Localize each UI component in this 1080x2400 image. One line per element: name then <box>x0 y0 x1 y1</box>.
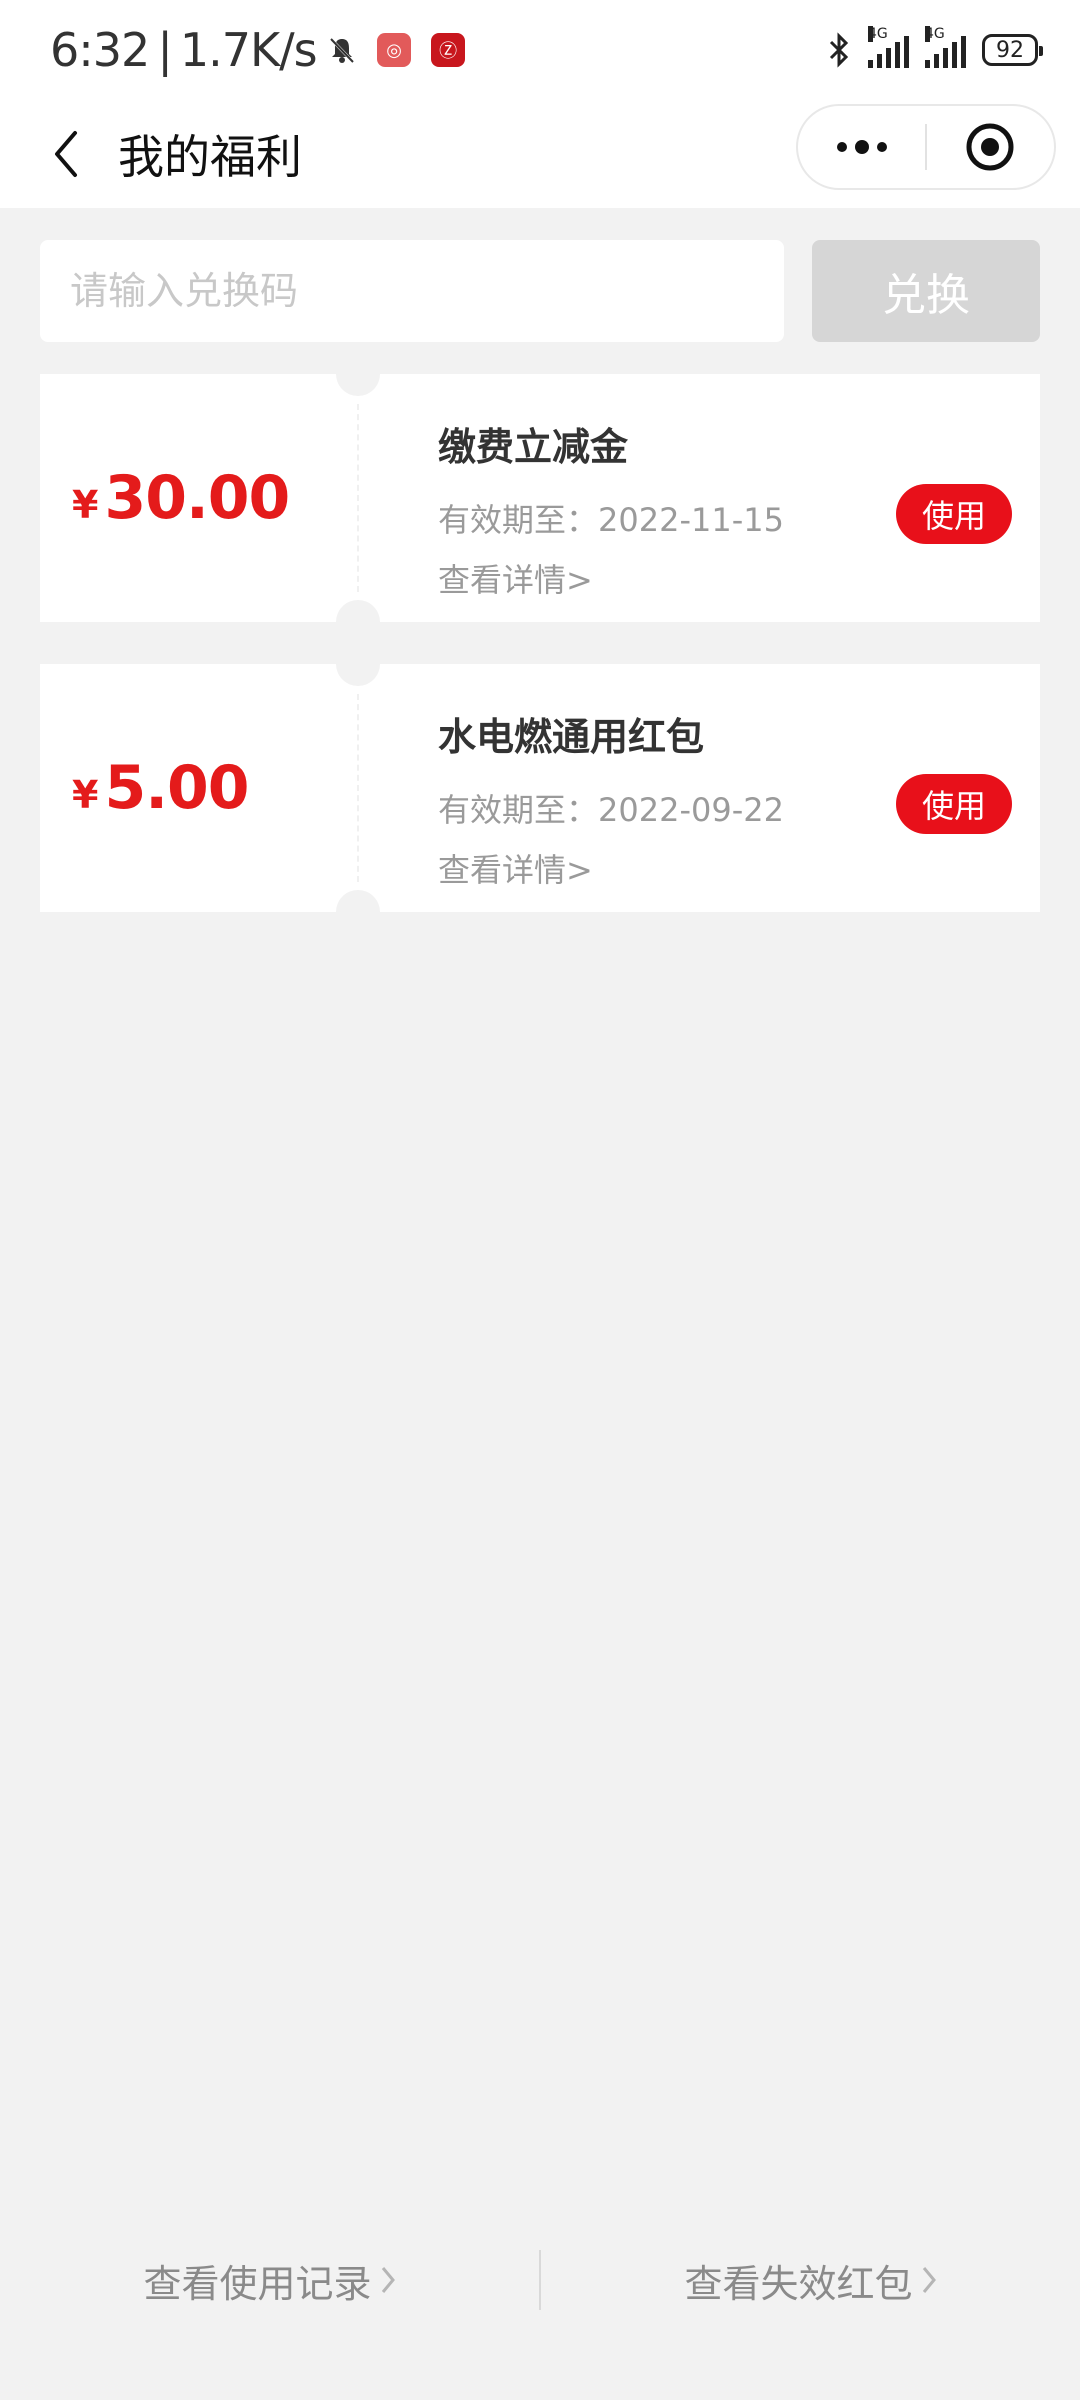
status-bar: 6:32 | 1.7K/s ◎ Ⓩ 4G 4G 92 <box>0 0 1080 100</box>
expired-packets-label: 查看失效红包 <box>684 2261 913 2306</box>
chevron-left-icon <box>55 131 77 177</box>
chevron-right-icon <box>381 2267 395 2293</box>
more-button[interactable] <box>798 106 925 188</box>
status-separator: | <box>157 23 172 77</box>
coupon-amount-block: ¥ 30.00 <box>40 374 358 622</box>
battery-level: 92 <box>996 37 1024 63</box>
view-details-link[interactable]: 查看详情> <box>438 845 1040 891</box>
bluetooth-icon <box>829 32 849 68</box>
status-time: 6:32 <box>50 23 150 77</box>
miniprogram-capsule <box>796 104 1056 190</box>
network-speed: 1.7K/s <box>179 23 318 77</box>
more-dots-icon <box>836 140 887 154</box>
close-miniprogram-button[interactable] <box>927 106 1054 188</box>
expired-packets-link[interactable]: 查看失效红包 <box>541 2253 1080 2308</box>
nav-bar: 我的福利 <box>0 100 1080 208</box>
coupon-amount: 5.00 <box>104 753 249 823</box>
target-circle-icon <box>966 123 1014 171</box>
net-type-label: 4G <box>925 26 945 42</box>
use-coupon-button[interactable]: 使用 <box>896 484 1012 544</box>
redeem-code-input[interactable] <box>40 240 784 342</box>
coupon-card: ¥ 5.00 水电燃通用红包 有效期至：2022-09-22 查看详情> 使用 <box>40 642 1040 934</box>
usage-record-link[interactable]: 查看使用记录 <box>0 2253 539 2308</box>
coupon-title: 水电燃通用红包 <box>438 715 705 759</box>
signal-icon: 4G <box>925 26 966 68</box>
app-notification-icon: Ⓩ <box>430 33 465 67</box>
coupon-info: 缴费立减金 有效期至：2022-11-15 查看详情> 使用 <box>358 374 1040 622</box>
chevron-right-icon <box>922 2267 936 2293</box>
coupon-info: 水电燃通用红包 有效期至：2022-09-22 查看详情> 使用 <box>358 664 1040 912</box>
view-details-link[interactable]: 查看详情> <box>438 555 1040 601</box>
back-button[interactable] <box>36 124 96 184</box>
mute-bell-icon <box>329 37 354 64</box>
usage-record-label: 查看使用记录 <box>143 2261 372 2306</box>
use-coupon-button[interactable]: 使用 <box>896 774 1012 834</box>
coupon-amount: 30.00 <box>104 463 290 533</box>
redeem-row: 兑换 <box>40 240 1040 342</box>
redeem-button[interactable]: 兑换 <box>812 240 1040 342</box>
net-type-label: 4G <box>868 26 888 42</box>
signal-icon: 4G <box>868 26 909 68</box>
currency-symbol: ¥ <box>72 773 99 817</box>
coupon-amount-block: ¥ 5.00 <box>40 664 358 912</box>
coupon-title: 缴费立减金 <box>438 425 629 469</box>
battery-icon: 92 <box>982 34 1043 66</box>
status-right: 4G 4G 92 <box>826 26 1043 68</box>
page-title: 我的福利 <box>118 130 302 184</box>
currency-symbol: ¥ <box>72 483 99 527</box>
footer-links: 查看使用记录 查看失效红包 <box>0 2250 1080 2310</box>
app-notification-icon: ◎ <box>376 33 411 67</box>
status-left: 6:32 | 1.7K/s ◎ Ⓩ <box>50 23 465 77</box>
coupon-card: ¥ 30.00 缴费立减金 有效期至：2022-11-15 查看详情> 使用 <box>40 352 1040 644</box>
